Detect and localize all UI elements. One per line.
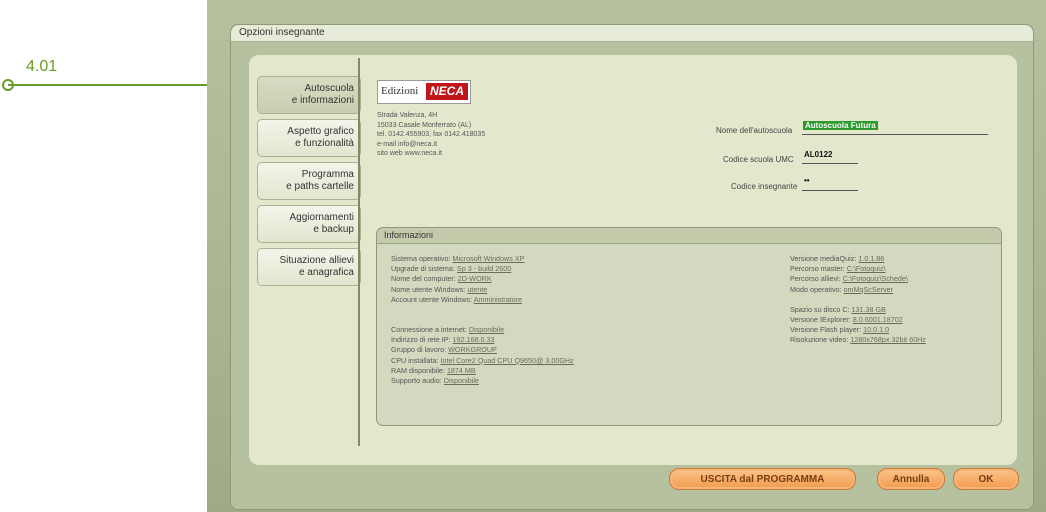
nav-divider bbox=[358, 58, 360, 446]
umc-label: Codice scuola UMC bbox=[723, 155, 794, 164]
info-value-link[interactable]: Disponibile bbox=[444, 376, 479, 385]
address-line: 15033 Casale Monferrato (AL) bbox=[377, 121, 472, 129]
info-value-link[interactable]: C:\Fotoquiz\Schede\ bbox=[843, 274, 908, 283]
info-row: Modo operativo: omMqScServer bbox=[790, 284, 894, 294]
umc-underline bbox=[802, 163, 858, 164]
address-line: e-mail info@neca.it bbox=[377, 140, 438, 148]
neca-logo: Edizioni NECA bbox=[377, 80, 471, 104]
info-value-link[interactable]: C:\Fotoquiz\ bbox=[847, 264, 886, 273]
nav-autoscuola[interactable]: Autoscuola e informazioni bbox=[257, 76, 361, 114]
school-name-label: Nome dell'autoscuola bbox=[716, 126, 793, 135]
info-row: Sistema operativo: Microsoft Windows XP bbox=[391, 254, 525, 263]
logo-text: Edizioni bbox=[381, 85, 419, 97]
cancel-button[interactable]: Annulla bbox=[877, 468, 945, 490]
info-row: Indirizzo di rete IP: 192.168.0.33 bbox=[391, 335, 495, 345]
nav-label-2: e funzionalità bbox=[295, 138, 354, 149]
nav-label-2: e informazioni bbox=[291, 95, 354, 106]
info-value-link[interactable]: Microsoft Windows XP bbox=[453, 254, 525, 263]
nav-aggiornamenti[interactable]: Aggiornamenti e backup bbox=[257, 205, 361, 243]
callout-label: 4.01 bbox=[26, 58, 58, 75]
callout-line bbox=[8, 84, 208, 86]
umc-value: AL0122 bbox=[804, 150, 833, 159]
nav-label-1: Aggiornamenti bbox=[289, 212, 354, 223]
info-value-link[interactable]: 2D-WORK bbox=[458, 274, 492, 283]
school-name-value: Autoscuola Futura bbox=[803, 121, 878, 130]
info-value-link[interactable]: utente bbox=[467, 285, 487, 294]
teacher-code-label: Codice insegnante bbox=[731, 182, 798, 191]
info-value-link[interactable]: WORKGROUP bbox=[448, 345, 497, 354]
company-address: Strada Valenza, 4H 15033 Casale Monferra… bbox=[377, 111, 485, 159]
info-title: Informazioni bbox=[377, 228, 1001, 244]
address-line: sito web www.neca.it bbox=[377, 150, 442, 157]
teacher-code-value: •• bbox=[804, 176, 810, 185]
info-value-link[interactable]: 1280x768px 32bit 60Hz bbox=[850, 335, 926, 344]
address-line: Strada Valenza, 4H bbox=[377, 112, 438, 119]
info-row: Supporto audio: Disponibile bbox=[391, 376, 479, 386]
nav-label-1: Programma bbox=[301, 169, 354, 180]
umc-input[interactable]: AL0122 bbox=[804, 150, 832, 159]
info-value-link[interactable]: 131.38 GB bbox=[852, 305, 886, 314]
address-line: tel. 0142.455903, fax 0142.418035 bbox=[377, 131, 486, 138]
info-row: Percorso master: C:\Fotoquiz\ bbox=[790, 264, 886, 274]
teacher-code-input[interactable]: •• bbox=[804, 176, 810, 185]
info-row: RAM disponibile: 1874 MB bbox=[391, 365, 476, 375]
window-title: Opzioni insegnante bbox=[239, 27, 325, 38]
info-row: CPU installata: Intel Core2 Quad CPU Q96… bbox=[391, 355, 574, 365]
info-row: Versione IExplorer: 8.0.6001.18702 bbox=[790, 315, 903, 325]
school-name-underline bbox=[802, 134, 988, 135]
info-row: Versione mediaQuiz: 1.0.1.86 bbox=[790, 254, 885, 263]
nav-label-2: e paths cartelle bbox=[286, 181, 354, 192]
nav-label-1: Situazione allievi bbox=[279, 255, 355, 266]
info-row: Spazio su disco C: 131.38 GB bbox=[790, 304, 886, 314]
info-value-link[interactable]: Disponibile bbox=[469, 325, 504, 334]
info-row: Risoluzione video: 1280x768px 32bit 60Hz bbox=[790, 335, 926, 345]
info-value-link[interactable]: Intel Core2 Quad CPU Q9650@ 3.00GHz bbox=[441, 356, 574, 365]
info-box: Informazioni Sistema operativo: Microsof… bbox=[376, 227, 1002, 426]
info-row: Connessione a internet: Disponibile bbox=[391, 325, 505, 335]
info-row: Percorso allievi: C:\Fotoquiz\Schede\ bbox=[790, 274, 908, 284]
nav-label-2: e anagrafica bbox=[298, 267, 354, 278]
nav-aspetto-grafico[interactable]: Aspetto grafico e funzionalità bbox=[257, 119, 361, 157]
school-name-input[interactable]: Autoscuola Futura bbox=[803, 121, 878, 130]
nav-label-1: Aspetto grafico bbox=[287, 126, 354, 137]
teacher-code-underline bbox=[802, 190, 858, 191]
ok-button[interactable]: OK bbox=[953, 468, 1019, 490]
info-value-link[interactable]: 8.0.6001.18702 bbox=[853, 315, 903, 324]
info-row: Nome utente Windows: utente bbox=[391, 284, 488, 294]
nav-label-2: e backup bbox=[313, 224, 354, 235]
info-value-link[interactable]: 1.0.1.86 bbox=[858, 254, 884, 263]
nav-programma[interactable]: Programma e paths cartelle bbox=[257, 162, 361, 200]
nav-label-1: Autoscuola bbox=[304, 83, 354, 94]
info-value-link[interactable]: 10.0.1.0 bbox=[863, 325, 889, 334]
info-row: Account utente Windows: Amministratore bbox=[391, 294, 523, 304]
info-value-link[interactable]: Sp 3 - build 2600 bbox=[457, 264, 511, 273]
title-bar: Opzioni insegnante bbox=[231, 25, 1033, 42]
info-row: Gruppo di lavoro: WORKGROUP bbox=[391, 345, 497, 355]
info-value-link[interactable]: 192.168.0.33 bbox=[453, 335, 495, 344]
info-row: Upgrade di sistema: Sp 3 - build 2600 bbox=[391, 264, 512, 274]
info-row: Nome del computer: 2D-WORK bbox=[391, 274, 492, 284]
info-row: Versione Flash player: 10.0.1.0 bbox=[790, 325, 890, 335]
exit-program-button[interactable]: USCITA dal PROGRAMMA bbox=[669, 468, 856, 490]
info-left-column: Sistema operativo: Microsoft Windows XP … bbox=[391, 254, 574, 386]
info-value-link[interactable]: 1874 MB bbox=[447, 366, 476, 375]
logo-brand: NECA bbox=[426, 83, 468, 100]
info-value-link[interactable]: omMqScServer bbox=[844, 285, 894, 294]
info-right-column: Versione mediaQuiz: 1.0.1.86 Percorso ma… bbox=[790, 254, 926, 346]
nav-situazione-allievi[interactable]: Situazione allievi e anagrafica bbox=[257, 248, 361, 286]
info-value-link[interactable]: Amministratore bbox=[474, 295, 522, 304]
